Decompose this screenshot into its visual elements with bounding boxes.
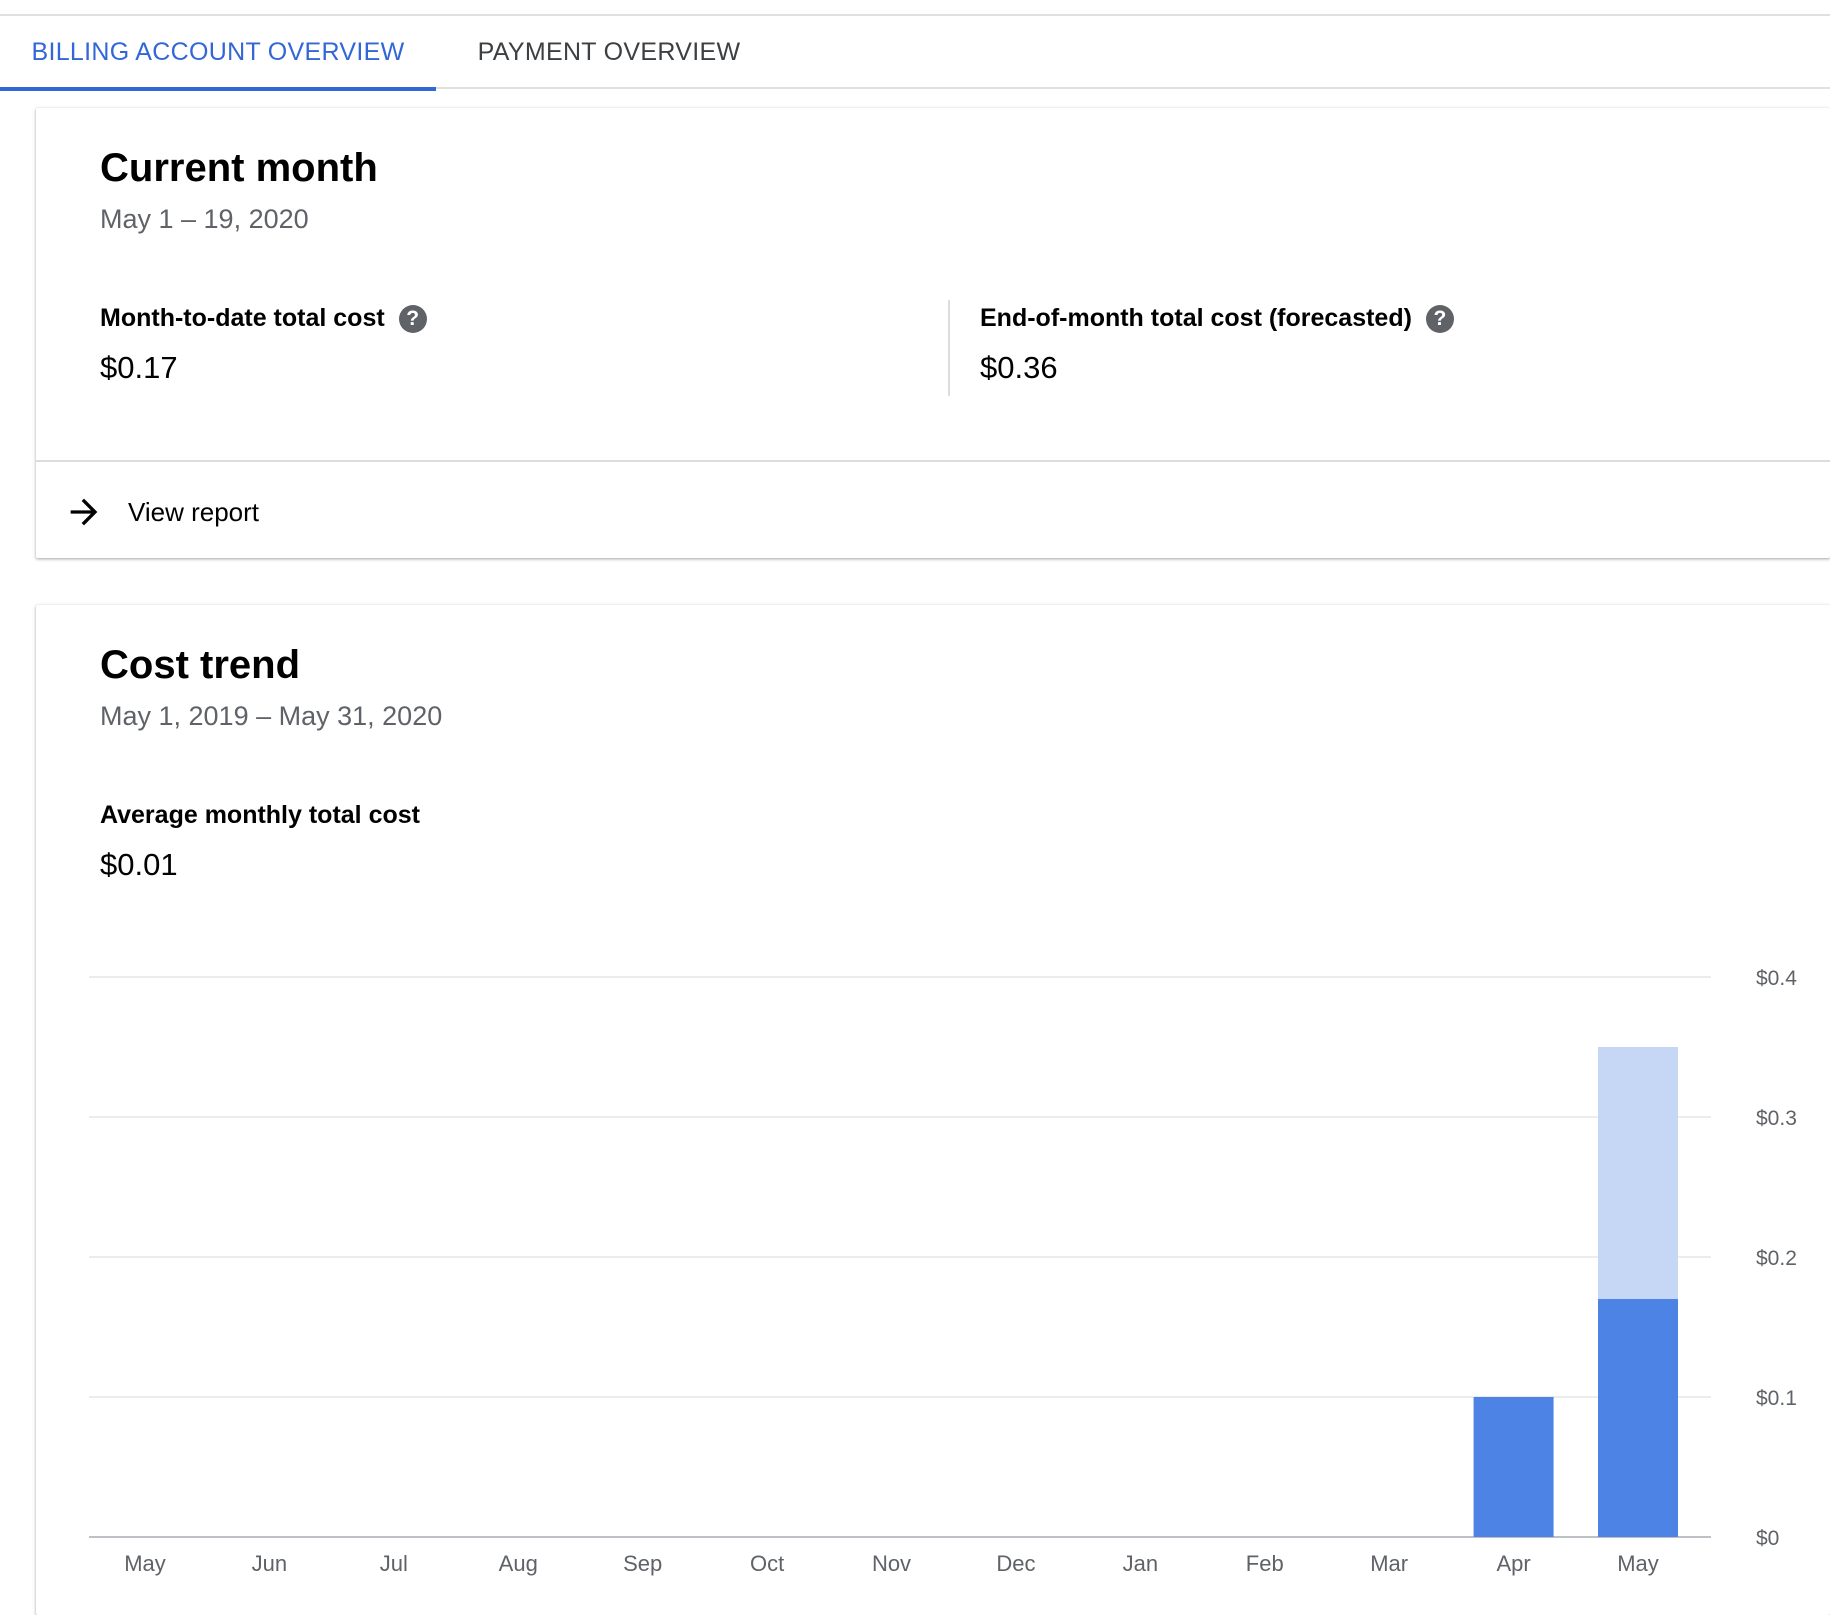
y-tick-label: $0.2 [1756,1247,1797,1270]
x-tick-label: Feb [1246,1551,1284,1576]
help-icon[interactable]: ? [398,304,427,333]
cost-trend-date-range: May 1, 2019 – May 31, 2020 [100,701,443,731]
bar-actual[interactable] [1473,1397,1554,1537]
y-tick-label: $0.1 [1756,1387,1797,1410]
x-tick-label: Jan [1123,1551,1158,1576]
x-tick-label: Jun [252,1551,287,1576]
x-tick-label: May [1617,1551,1659,1576]
x-tick-label: Nov [872,1551,911,1576]
cost-trend-card: Cost trend May 1, 2019 – May 31, 2020 Av… [36,605,1830,1615]
cost-trend-title: Cost trend [100,643,300,687]
x-tick-label: May [124,1551,166,1576]
x-tick-label: Aug [499,1551,538,1576]
tab-label: BILLING ACCOUNT OVERVIEW [31,38,405,66]
mtd-total-cost-label: Month-to-date total cost ? [100,304,427,333]
mtd-total-cost-value: $0.17 [100,350,178,385]
eom-total-cost-value: $0.36 [980,350,1058,385]
tab-bar: BILLING ACCOUNT OVERVIEW PAYMENT OVERVIE… [0,16,1830,91]
x-tick-label: Oct [750,1551,784,1576]
current-month-date-range: May 1 – 19, 2020 [100,204,309,234]
y-tick-label: $0.3 [1756,1107,1797,1130]
view-report-label: View report [128,496,260,527]
mtd-label-text: Month-to-date total cost [100,304,385,332]
x-tick-label: Dec [996,1551,1035,1576]
eom-total-cost-label: End-of-month total cost (forecasted) ? [980,304,1454,333]
y-tick-label: $0.4 [1756,967,1797,990]
current-month-title: Current month [100,146,378,190]
card-footer-divider [36,460,1830,462]
bar-actual[interactable] [1598,1299,1678,1537]
tab-label: PAYMENT OVERVIEW [477,38,741,66]
metric-divider [948,300,950,396]
x-tick-label: Apr [1496,1551,1530,1576]
avg-monthly-cost-label: Average monthly total cost [100,801,420,830]
cost-trend-chart: $0 $0.1 $0.2 $0.3 $0.4 May Jun Jul Aug Sep Oct Nov D… [89,967,1797,1576]
tab-billing-account-overview[interactable]: BILLING ACCOUNT OVERVIEW [0,16,436,91]
x-tick-label: Mar [1370,1551,1408,1576]
eom-label-text: End-of-month total cost (forecasted) [980,304,1412,332]
tab-payment-overview[interactable]: PAYMENT OVERVIEW [436,16,782,89]
avg-label-text: Average monthly total cost [100,801,420,829]
active-tab-indicator [0,87,436,91]
x-tick-label: Jul [380,1551,408,1576]
x-tick-label: Sep [623,1551,662,1576]
help-icon[interactable]: ? [1425,304,1454,333]
current-month-card: Current month May 1 – 19, 2020 Month-to-… [36,108,1830,558]
arrow-right-icon [70,498,98,526]
y-tick-label: $0 [1756,1527,1779,1550]
avg-monthly-cost-value: $0.01 [100,847,178,882]
bar-forecast[interactable] [1598,1047,1678,1299]
view-report-link[interactable]: View report [64,482,259,542]
